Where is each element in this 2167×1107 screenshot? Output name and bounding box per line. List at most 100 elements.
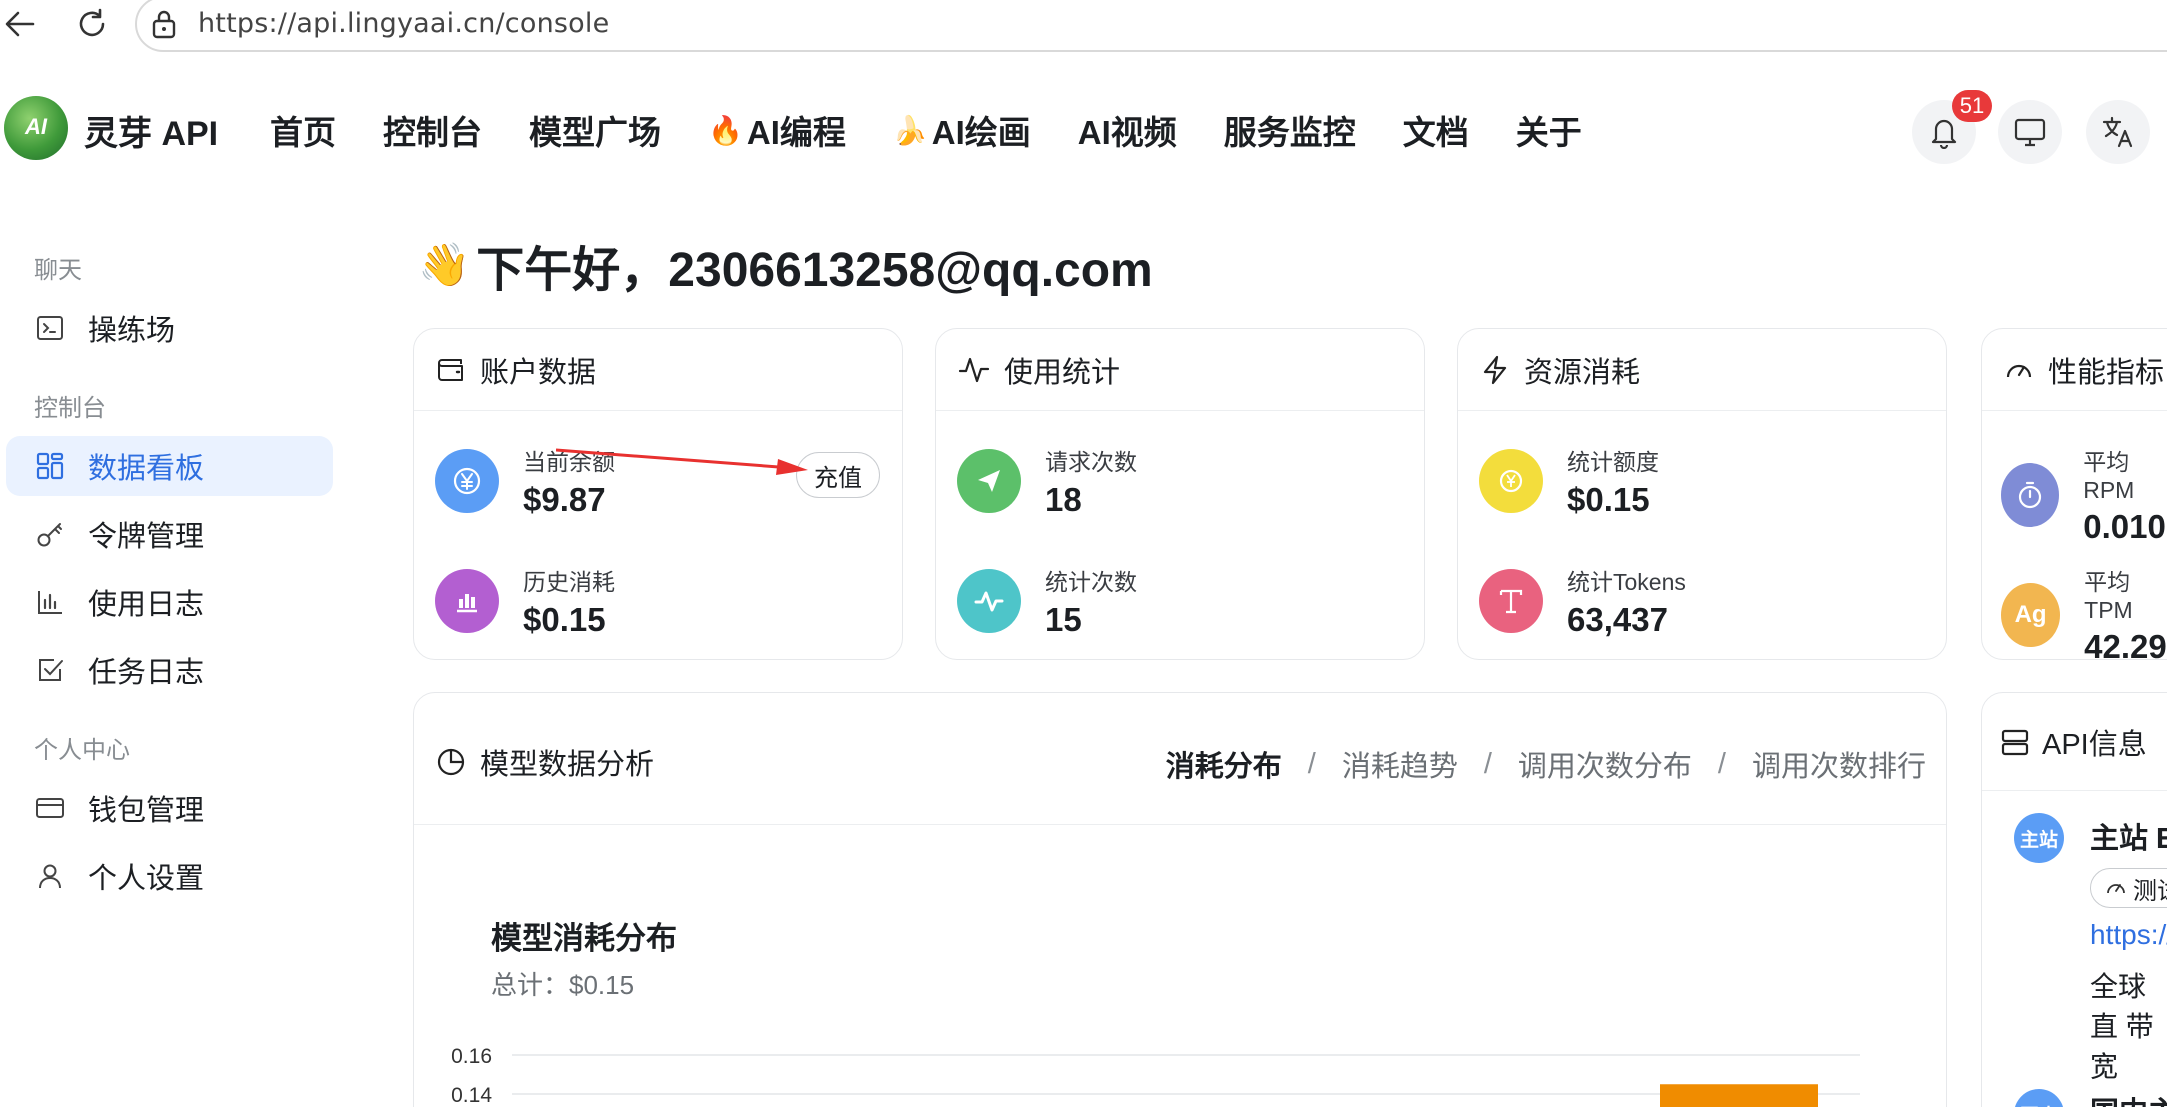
send-icon: [957, 449, 1021, 513]
banana-icon: 🍌: [892, 114, 928, 146]
credit-card-icon: [34, 792, 66, 824]
brand-name[interactable]: 灵芽 API: [84, 106, 218, 155]
language-button[interactable]: [2086, 100, 2150, 164]
menu-docs[interactable]: 文档: [1403, 106, 1469, 154]
lightning-icon: [1483, 355, 1507, 384]
yen-coin-icon: [1479, 449, 1543, 513]
stat-label: 平均RPM: [2083, 449, 2135, 503]
menu-label: 首页: [270, 114, 336, 151]
menu-about[interactable]: 关于: [1516, 106, 1582, 154]
stat-label: 统计额度: [1567, 449, 1659, 475]
stat-label: 历史消耗: [523, 569, 615, 595]
panel-header: API信息: [1982, 693, 2167, 791]
panel-title-text: API信息: [2042, 728, 2147, 761]
menu-label: 服务监控: [1223, 114, 1356, 151]
sidebar-item-personal-settings[interactable]: 个人设置: [6, 846, 333, 906]
wallet-icon: [438, 358, 463, 381]
card-header: 性能指标: [1982, 329, 2167, 411]
avg-rpm-stat: 平均RPM 0.010: [2001, 443, 2167, 546]
api-endpoint-description: 全球直 带宽: [2090, 971, 2154, 1082]
menu-ai-painting[interactable]: 🍌 AI绘画: [893, 106, 1031, 154]
menu-console[interactable]: 控制台: [383, 106, 482, 154]
y-tick-label: 0.16: [451, 1045, 492, 1068]
back-button[interactable]: [0, 4, 40, 44]
menu-service-monitor[interactable]: 服务监控: [1224, 106, 1356, 154]
y-tick-label: 0.14: [451, 1084, 492, 1107]
checkbox-icon: [34, 654, 66, 686]
display-mode-button[interactable]: [1998, 100, 2062, 164]
sidebar-item-task-logs[interactable]: 任务日志: [6, 640, 333, 700]
url-text[interactable]: https://api.lingyaai.cn/console: [198, 8, 609, 39]
notifications-button[interactable]: 51: [1912, 90, 1992, 164]
sidebar-item-label: 任务日志: [88, 657, 205, 689]
menu-ai-coding[interactable]: 🔥 AI编程: [708, 106, 846, 154]
stat-value: $0.15: [523, 601, 606, 638]
lock-icon: [152, 10, 176, 39]
greeting-text: 下午好，2306613258@qq.com: [476, 244, 1153, 297]
reload-button[interactable]: [72, 4, 112, 44]
app-root: https://api.lingyaai.cn/console AI 灵芽 AP…: [0, 0, 2167, 1107]
text-t-icon: [1479, 569, 1543, 633]
menu-label: 关于: [1515, 114, 1582, 151]
sidebar-item-playground[interactable]: 操练场: [6, 298, 333, 358]
sidebar-item-dashboard[interactable]: 数据看板: [6, 436, 333, 496]
terminal-icon: [34, 312, 66, 344]
brand-logo[interactable]: AI: [4, 96, 68, 160]
stat-value: $0.15: [1567, 481, 1650, 518]
menu-home[interactable]: 首页: [270, 106, 336, 154]
sidebar-section-personal: 个人中心: [34, 737, 130, 764]
sidebar-section-chat: 聊天: [34, 257, 82, 284]
gauge-icon: [2107, 884, 2125, 894]
card-header: 使用统计: [936, 329, 1424, 411]
yen-coin-icon: [435, 449, 499, 513]
user-icon: [34, 860, 66, 892]
pulse-icon: [957, 569, 1021, 633]
typography-icon: Ag: [2001, 582, 2061, 647]
notification-count-badge: 51: [1952, 90, 1992, 122]
stat-label: 统计次数: [1045, 569, 1137, 595]
quota-stat: 统计额度 $0.15: [1479, 443, 1659, 519]
main-menu: 首页 控制台 模型广场 🔥 AI编程 🍌 AI绘画 AI视频 服务监控 文档 关于: [270, 106, 1629, 154]
stopwatch-icon: [2001, 462, 2060, 527]
sidebar-item-wallet[interactable]: 钱包管理: [6, 778, 333, 838]
avg-tpm-stat: Ag 平均TPM 42.29: [2001, 563, 2167, 666]
browser-toolbar: https://api.lingyaai.cn/console: [0, 0, 2167, 52]
api-endpoint-name: 主站 E: [2090, 823, 2167, 855]
menu-label: AI视频: [1077, 114, 1177, 151]
sidebar-item-label: 令牌管理: [88, 521, 205, 553]
speed-test-button[interactable]: 测试: [2090, 868, 2167, 908]
chart-bar[interactable]: [1660, 1084, 1818, 1107]
histogram-icon: [435, 569, 499, 633]
stat-value: 63,437: [1567, 601, 1668, 638]
top-navigation: AI 灵芽 API 首页 控制台 模型广场 🔥 AI编程 🍌 AI绘画 AI视频 服…: [0, 72, 2167, 188]
menu-ai-video[interactable]: AI视频: [1078, 106, 1177, 154]
sidebar-item-usage-logs[interactable]: 使用日志: [6, 572, 333, 632]
api-endpoint-link[interactable]: https://: [2090, 919, 2167, 951]
stat-value: 0.010: [2083, 508, 2166, 545]
red-annotation-arrow: [556, 448, 808, 475]
menu-label: 模型广场: [529, 114, 661, 151]
card-title: 性能指标: [2048, 356, 2165, 389]
dashboard-grid-icon: [34, 450, 66, 482]
card-title: 资源消耗: [1524, 356, 1641, 389]
menu-model-plaza[interactable]: 模型广场: [529, 106, 661, 154]
sidebar-item-token-management[interactable]: 令牌管理: [6, 504, 333, 564]
logo-text: AI: [25, 114, 47, 139]
sidebar-item-label: 使用日志: [88, 589, 205, 621]
history-consumption-stat: 历史消耗 $0.15: [435, 563, 615, 639]
stat-label: 统计Tokens: [1567, 569, 1686, 595]
api-endpoint-name: 国内主: [2090, 1089, 2167, 1107]
stat-value: 18: [1045, 481, 1082, 518]
consumption-bar-chart: 0.16 0.14: [451, 1045, 1860, 1107]
waving-hand-icon: 👋: [418, 240, 471, 288]
sidebar-item-label: 个人设置: [88, 863, 205, 895]
button-label: 测试: [2133, 877, 2167, 905]
avatar: 主站: [2014, 813, 2064, 863]
monitor-icon: [2014, 118, 2046, 147]
site-info-button[interactable]: [150, 8, 178, 45]
tokens-stat: 统计Tokens 63,437: [1479, 563, 1686, 639]
avatar: 国内: [2014, 1089, 2064, 1107]
translate-icon: [2102, 116, 2133, 148]
sidebar-item-label: 数据看板: [88, 453, 205, 485]
stat-count-stat: 统计次数 15: [957, 563, 1137, 639]
